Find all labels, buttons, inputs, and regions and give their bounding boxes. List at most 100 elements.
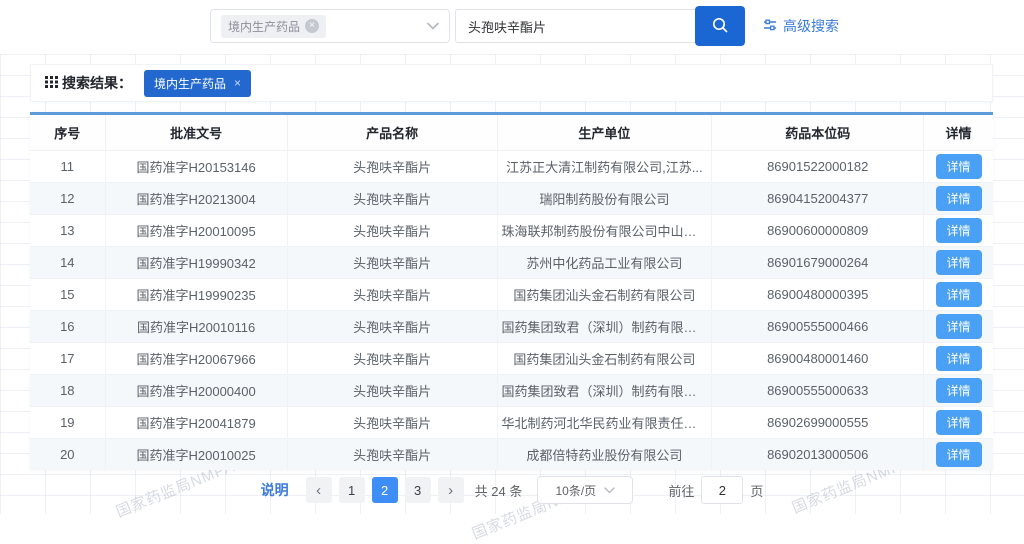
chevron-down-icon: [427, 22, 439, 30]
cell-product: 头孢呋辛酯片: [287, 182, 497, 214]
pagination-bar: 说明 ‹ 1 2 3 › 共 24 条 10条/页 前往 页: [0, 476, 1024, 504]
cell-no: 13: [30, 214, 105, 246]
cell-product: 头孢呋辛酯片: [287, 406, 497, 438]
results-table: 序号 批准文号 产品名称 生产单位 药品本位码 详情 11国药准字H201531…: [30, 115, 993, 470]
results-bar: 搜索结果： 境内生产药品 ×: [30, 64, 993, 102]
table-row: 13国药准字H20010095头孢呋辛酯片珠海联邦制药股份有限公司中山分...8…: [30, 214, 993, 246]
cell-manufacturer: 国药集团汕头金石制药有限公司: [497, 278, 712, 310]
cell-code: 86901522000182: [712, 150, 924, 182]
filter-tag[interactable]: 境内生产药品 ×: [144, 70, 251, 97]
cell-product: 头孢呋辛酯片: [287, 374, 497, 406]
detail-button[interactable]: 详情: [936, 218, 982, 243]
category-tag-remove-icon[interactable]: ×: [305, 19, 319, 33]
filter-sliders-icon: [763, 18, 777, 35]
cell-approval: 国药准字H20010095: [105, 214, 287, 246]
note-link[interactable]: 说明: [261, 480, 289, 500]
cell-no: 20: [30, 438, 105, 470]
table-row: 18国药准字H20000400头孢呋辛酯片国药集团致君（深圳）制药有限公...8…: [30, 374, 993, 406]
category-tag-label: 境内生产药品: [228, 18, 300, 35]
cell-no: 19: [30, 406, 105, 438]
cell-approval: 国药准字H20213004: [105, 182, 287, 214]
cell-approval: 国药准字H20041879: [105, 406, 287, 438]
col-header-approval: 批准文号: [105, 115, 287, 150]
goto-suffix: 页: [750, 481, 763, 500]
detail-button[interactable]: 详情: [936, 346, 982, 371]
detail-button[interactable]: 详情: [936, 282, 982, 307]
prev-page-button[interactable]: ‹: [306, 477, 332, 503]
category-select[interactable]: 境内生产药品 ×: [210, 9, 450, 43]
cell-approval: 国药准字H20010116: [105, 310, 287, 342]
table-row: 15国药准字H19990235头孢呋辛酯片国药集团汕头金石制药有限公司86900…: [30, 278, 993, 310]
total-count: 共 24 条: [475, 481, 523, 500]
cell-product: 头孢呋辛酯片: [287, 246, 497, 278]
cell-detail: 详情: [924, 310, 993, 342]
chevron-down-icon: [604, 487, 615, 494]
cell-approval: 国药准字H20153146: [105, 150, 287, 182]
cell-detail: 详情: [924, 374, 993, 406]
cell-product: 头孢呋辛酯片: [287, 310, 497, 342]
cell-manufacturer: 华北制药河北华民药业有限责任公...: [497, 406, 712, 438]
detail-button[interactable]: 详情: [936, 410, 982, 435]
cell-no: 12: [30, 182, 105, 214]
page-button-2-active[interactable]: 2: [372, 477, 398, 503]
cell-code: 86902699000555: [712, 406, 924, 438]
search-input[interactable]: [455, 9, 695, 43]
filter-tag-label: 境内生产药品: [154, 75, 226, 92]
filter-tag-close-icon[interactable]: ×: [234, 76, 241, 90]
search-bar: 境内生产药品 × 高级搜索: [210, 6, 839, 46]
cell-code: 86904152004377: [712, 182, 924, 214]
cell-product: 头孢呋辛酯片: [287, 278, 497, 310]
detail-button[interactable]: 详情: [936, 442, 982, 467]
cell-detail: 详情: [924, 278, 993, 310]
cell-product: 头孢呋辛酯片: [287, 342, 497, 374]
cell-code: 86900555000633: [712, 374, 924, 406]
cell-product: 头孢呋辛酯片: [287, 438, 497, 470]
grid-icon: [45, 75, 58, 91]
advanced-search-link[interactable]: 高级搜索: [763, 16, 839, 36]
detail-button[interactable]: 详情: [936, 186, 982, 211]
cell-detail: 详情: [924, 246, 993, 278]
cell-code: 86900480001460: [712, 342, 924, 374]
detail-button[interactable]: 详情: [936, 314, 982, 339]
cell-manufacturer: 江苏正大清江制药有限公司,江苏...: [497, 150, 712, 182]
cell-code: 86902013000506: [712, 438, 924, 470]
cell-detail: 详情: [924, 342, 993, 374]
cell-code: 86900555000466: [712, 310, 924, 342]
next-page-button[interactable]: ›: [438, 477, 464, 503]
cell-code: 86900600000809: [712, 214, 924, 246]
detail-button[interactable]: 详情: [936, 154, 982, 179]
cell-code: 86901679000264: [712, 246, 924, 278]
results-label: 搜索结果：: [45, 73, 132, 93]
detail-button[interactable]: 详情: [936, 378, 982, 403]
cell-detail: 详情: [924, 438, 993, 470]
goto-page-input[interactable]: [701, 476, 743, 504]
search-icon: [711, 16, 729, 37]
cell-no: 11: [30, 150, 105, 182]
cell-detail: 详情: [924, 182, 993, 214]
col-header-product: 产品名称: [287, 115, 497, 150]
cell-manufacturer: 国药集团致君（深圳）制药有限公...: [497, 310, 712, 342]
cell-detail: 详情: [924, 214, 993, 246]
page-button-1[interactable]: 1: [339, 477, 365, 503]
cell-no: 18: [30, 374, 105, 406]
cell-detail: 详情: [924, 150, 993, 182]
cell-no: 16: [30, 310, 105, 342]
detail-button[interactable]: 详情: [936, 250, 982, 275]
cell-approval: 国药准字H19990342: [105, 246, 287, 278]
cell-no: 17: [30, 342, 105, 374]
table-row: 11国药准字H20153146头孢呋辛酯片江苏正大清江制药有限公司,江苏...8…: [30, 150, 993, 182]
col-header-no: 序号: [30, 115, 105, 150]
cell-no: 15: [30, 278, 105, 310]
cell-detail: 详情: [924, 406, 993, 438]
table-header-row: 序号 批准文号 产品名称 生产单位 药品本位码 详情: [30, 115, 993, 150]
page-button-3[interactable]: 3: [405, 477, 431, 503]
col-header-code: 药品本位码: [712, 115, 924, 150]
search-button[interactable]: [695, 6, 745, 46]
results-label-text: 搜索结果：: [62, 73, 132, 93]
cell-approval: 国药准字H20000400: [105, 374, 287, 406]
table-row: 14国药准字H19990342头孢呋辛酯片苏州中化药品工业有限公司8690167…: [30, 246, 993, 278]
cell-manufacturer: 珠海联邦制药股份有限公司中山分...: [497, 214, 712, 246]
page-size-select[interactable]: 10条/页: [537, 476, 633, 504]
table-row: 17国药准字H20067966头孢呋辛酯片国药集团汕头金石制药有限公司86900…: [30, 342, 993, 374]
table-row: 20国药准字H20010025头孢呋辛酯片成都倍特药业股份有限公司8690201…: [30, 438, 993, 470]
